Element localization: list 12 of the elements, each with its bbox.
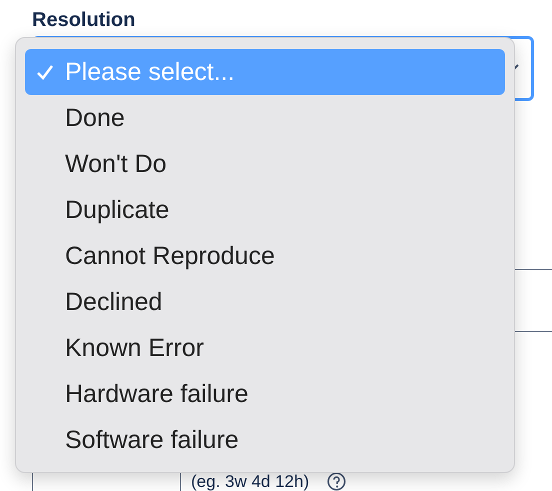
menu-option[interactable]: Declined [25,279,505,325]
menu-option[interactable]: Duplicate [25,187,505,233]
menu-option[interactable]: Done [25,95,505,141]
menu-option[interactable]: Software failure [25,417,505,463]
menu-option[interactable]: Known Error [25,325,505,371]
hint-text: (eg. 3w 4d 12h) [191,472,310,491]
menu-option[interactable]: Won't Do [25,141,505,187]
help-icon[interactable] [327,472,346,491]
checkmark-icon [36,63,54,81]
menu-option[interactable]: Cannot Reproduce [25,233,505,279]
field-label: Resolution [31,8,136,33]
menu-option[interactable]: Hardware failure [25,371,505,417]
